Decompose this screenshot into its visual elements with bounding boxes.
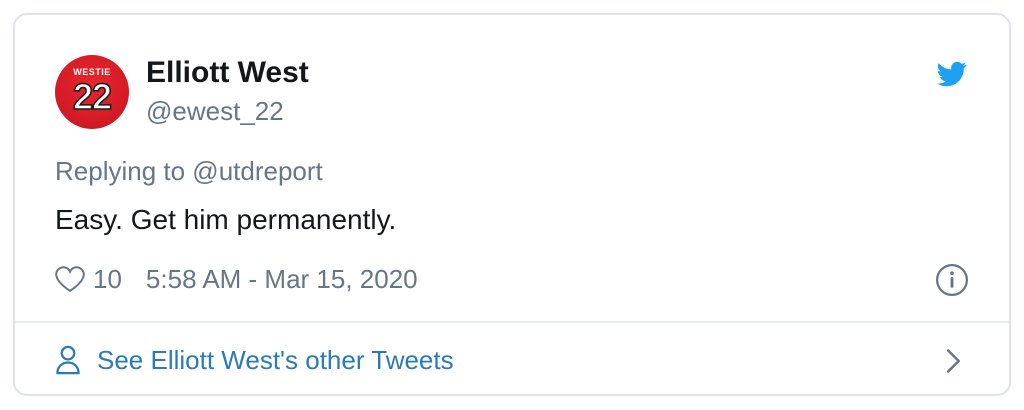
replying-to[interactable]: Replying to @utdreport: [55, 155, 323, 187]
author-handle[interactable]: @ewest_22: [146, 95, 284, 127]
avatar[interactable]: WESTIE 22: [55, 55, 129, 129]
twitter-bird-icon[interactable]: [935, 59, 969, 89]
person-icon: [56, 345, 80, 375]
tweet-timestamp[interactable]: 5:58 AM - Mar 15, 2020: [146, 264, 418, 295]
other-tweets-link[interactable]: See Elliott West's other Tweets: [55, 343, 454, 377]
author-display-name[interactable]: Elliott West: [146, 55, 309, 91]
chevron-right-icon[interactable]: [943, 347, 965, 375]
other-tweets-label[interactable]: See Elliott West's other Tweets: [97, 345, 454, 376]
avatar-jersey-number: 22: [72, 76, 113, 118]
info-icon[interactable]: [935, 263, 969, 297]
like-count[interactable]: 10: [93, 264, 122, 295]
tweet-text: Easy. Get him permanently.: [55, 204, 397, 235]
heart-icon[interactable]: [55, 265, 85, 293]
divider: [15, 321, 1009, 323]
tweet-meta: 10 5:58 AM - Mar 15, 2020: [55, 263, 418, 295]
tweet-card: WESTIE 22 Elliott West @ewest_22 Replyin…: [13, 13, 1011, 396]
